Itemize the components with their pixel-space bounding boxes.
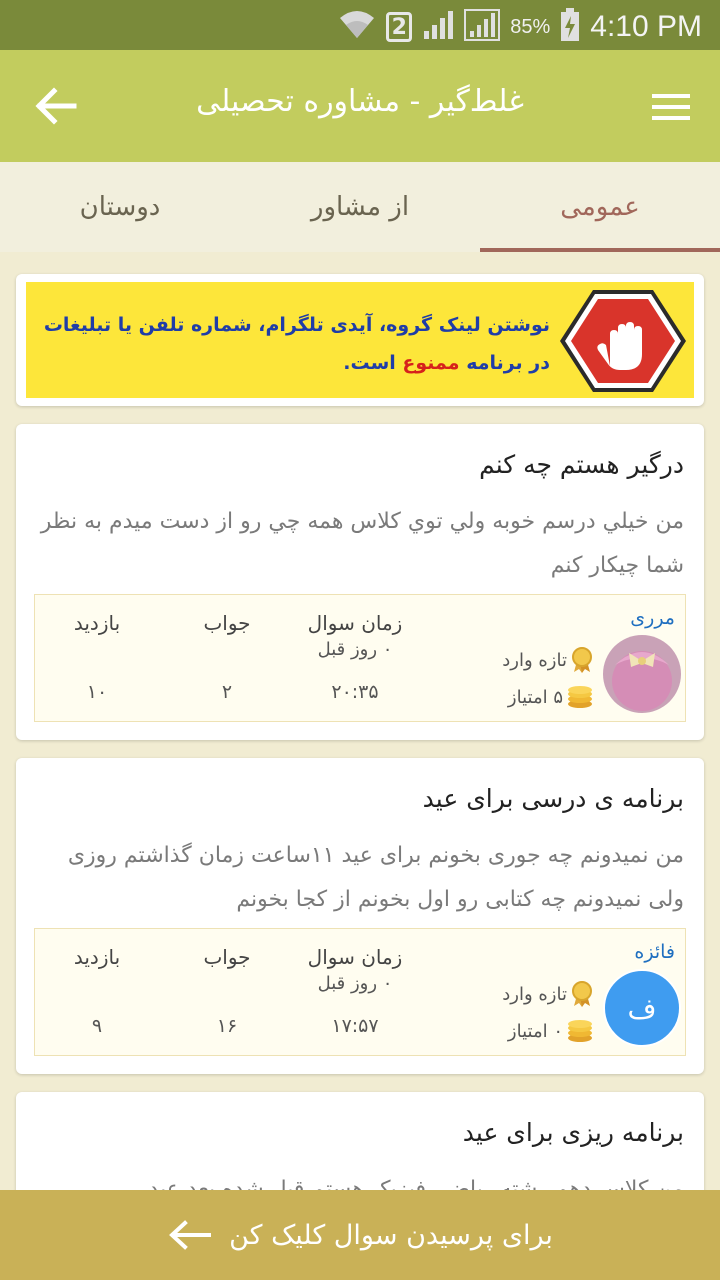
question-meta: مرری تازه وارد ۵ امتیاز زمان سوال ۰ روز … [34,594,686,722]
menu-button[interactable] [652,94,690,120]
question-title: درگیر هستم چه کنم [479,450,684,479]
user-name[interactable]: مرری [630,607,675,629]
question-time: زمان سوال ۰ روز قبل ۱۷:۵۷ [307,945,403,1037]
answer-count: جواب ۲ [203,611,251,703]
banner-line-1: نوشتن لینک گروه، آیدی تلگرام، شماره تلفن… [43,314,550,336]
avatar-letter: ف [627,991,657,1025]
signal-2-icon [464,9,501,45]
coins-icon [568,686,592,708]
battery-percent: 85% [510,15,551,38]
warning-banner-card: نوشتن لینک گروه، آیدی تلگرام، شماره تلفن… [16,274,704,406]
app-bar: غلط‌گیر - مشاوره تحصیلی [0,50,720,162]
banner-text: نوشتن لینک گروه، آیدی تلگرام، شماره تلفن… [30,306,550,382]
user-score: ۰ امتیاز [508,1019,593,1043]
view-count: بازدید ۱۰ [73,611,121,703]
battery-charging-icon [560,8,580,46]
sim-slot-icon: 2 [386,12,413,42]
medal-icon [572,981,592,1007]
banner-forbidden-word: ممنوع [402,352,460,374]
question-card[interactable]: برنامه ی درسی برای عید من نمیدونم چه جور… [16,758,704,1074]
question-title: برنامه ریزی برای عید [462,1118,684,1147]
status-bar: 2 85% 4:10 PM [0,0,720,50]
hamburger-menu-icon [652,94,690,120]
user-score: ۵ امتیاز [508,685,593,709]
signal-icon [422,9,454,45]
question-card[interactable]: درگیر هستم چه کنم من خيلي درسم خوبه ولي … [16,424,704,740]
medal-icon [572,647,592,673]
ask-question-label: برای پرسیدن سوال کلیک کن [229,1219,553,1251]
user-rank: تازه وارد [502,981,593,1007]
wifi-icon [338,8,376,46]
question-body: من خيلي درسم خوبه ولي توي كلاس همه چي رو… [40,509,684,578]
user-name[interactable]: فائزه [634,941,675,963]
stop-hand-icon [558,288,688,394]
tab-from-advisor[interactable]: از مشاور [240,162,480,252]
clock: 4:10 PM [590,10,702,43]
answer-count: جواب ۱۶ [203,945,251,1037]
question-body: من نمیدونم چه جوری بخونم برای عید ۱۱ساعت… [67,843,684,912]
question-meta: فائزه ف تازه وارد ۰ امتیاز زمان سوال ۰ ر… [34,928,686,1056]
tab-bar: عمومی از مشاور دوستان [0,162,720,252]
tab-general[interactable]: عمومی [480,162,720,252]
page-title: غلط‌گیر - مشاوره تحصیلی [196,84,524,119]
view-count: بازدید ۹ [73,945,121,1037]
question-title: برنامه ی درسی برای عید [422,784,684,813]
coins-icon [568,1020,592,1042]
arrow-left-icon [169,1220,212,1250]
banner-line-2: در برنامه ممنوع است. [343,352,550,374]
back-button[interactable] [34,86,78,126]
question-time: زمان سوال ۰ روز قبل ۲۰:۳۵ [307,611,403,703]
ask-question-button[interactable]: برای پرسیدن سوال کلیک کن [0,1190,720,1280]
avatar[interactable]: ف [603,969,681,1047]
user-rank: تازه وارد [502,647,593,673]
avatar[interactable] [603,635,681,713]
arrow-left-icon [35,87,77,125]
warning-banner: نوشتن لینک گروه، آیدی تلگرام، شماره تلفن… [26,282,694,398]
tab-friends[interactable]: دوستان [0,162,240,252]
